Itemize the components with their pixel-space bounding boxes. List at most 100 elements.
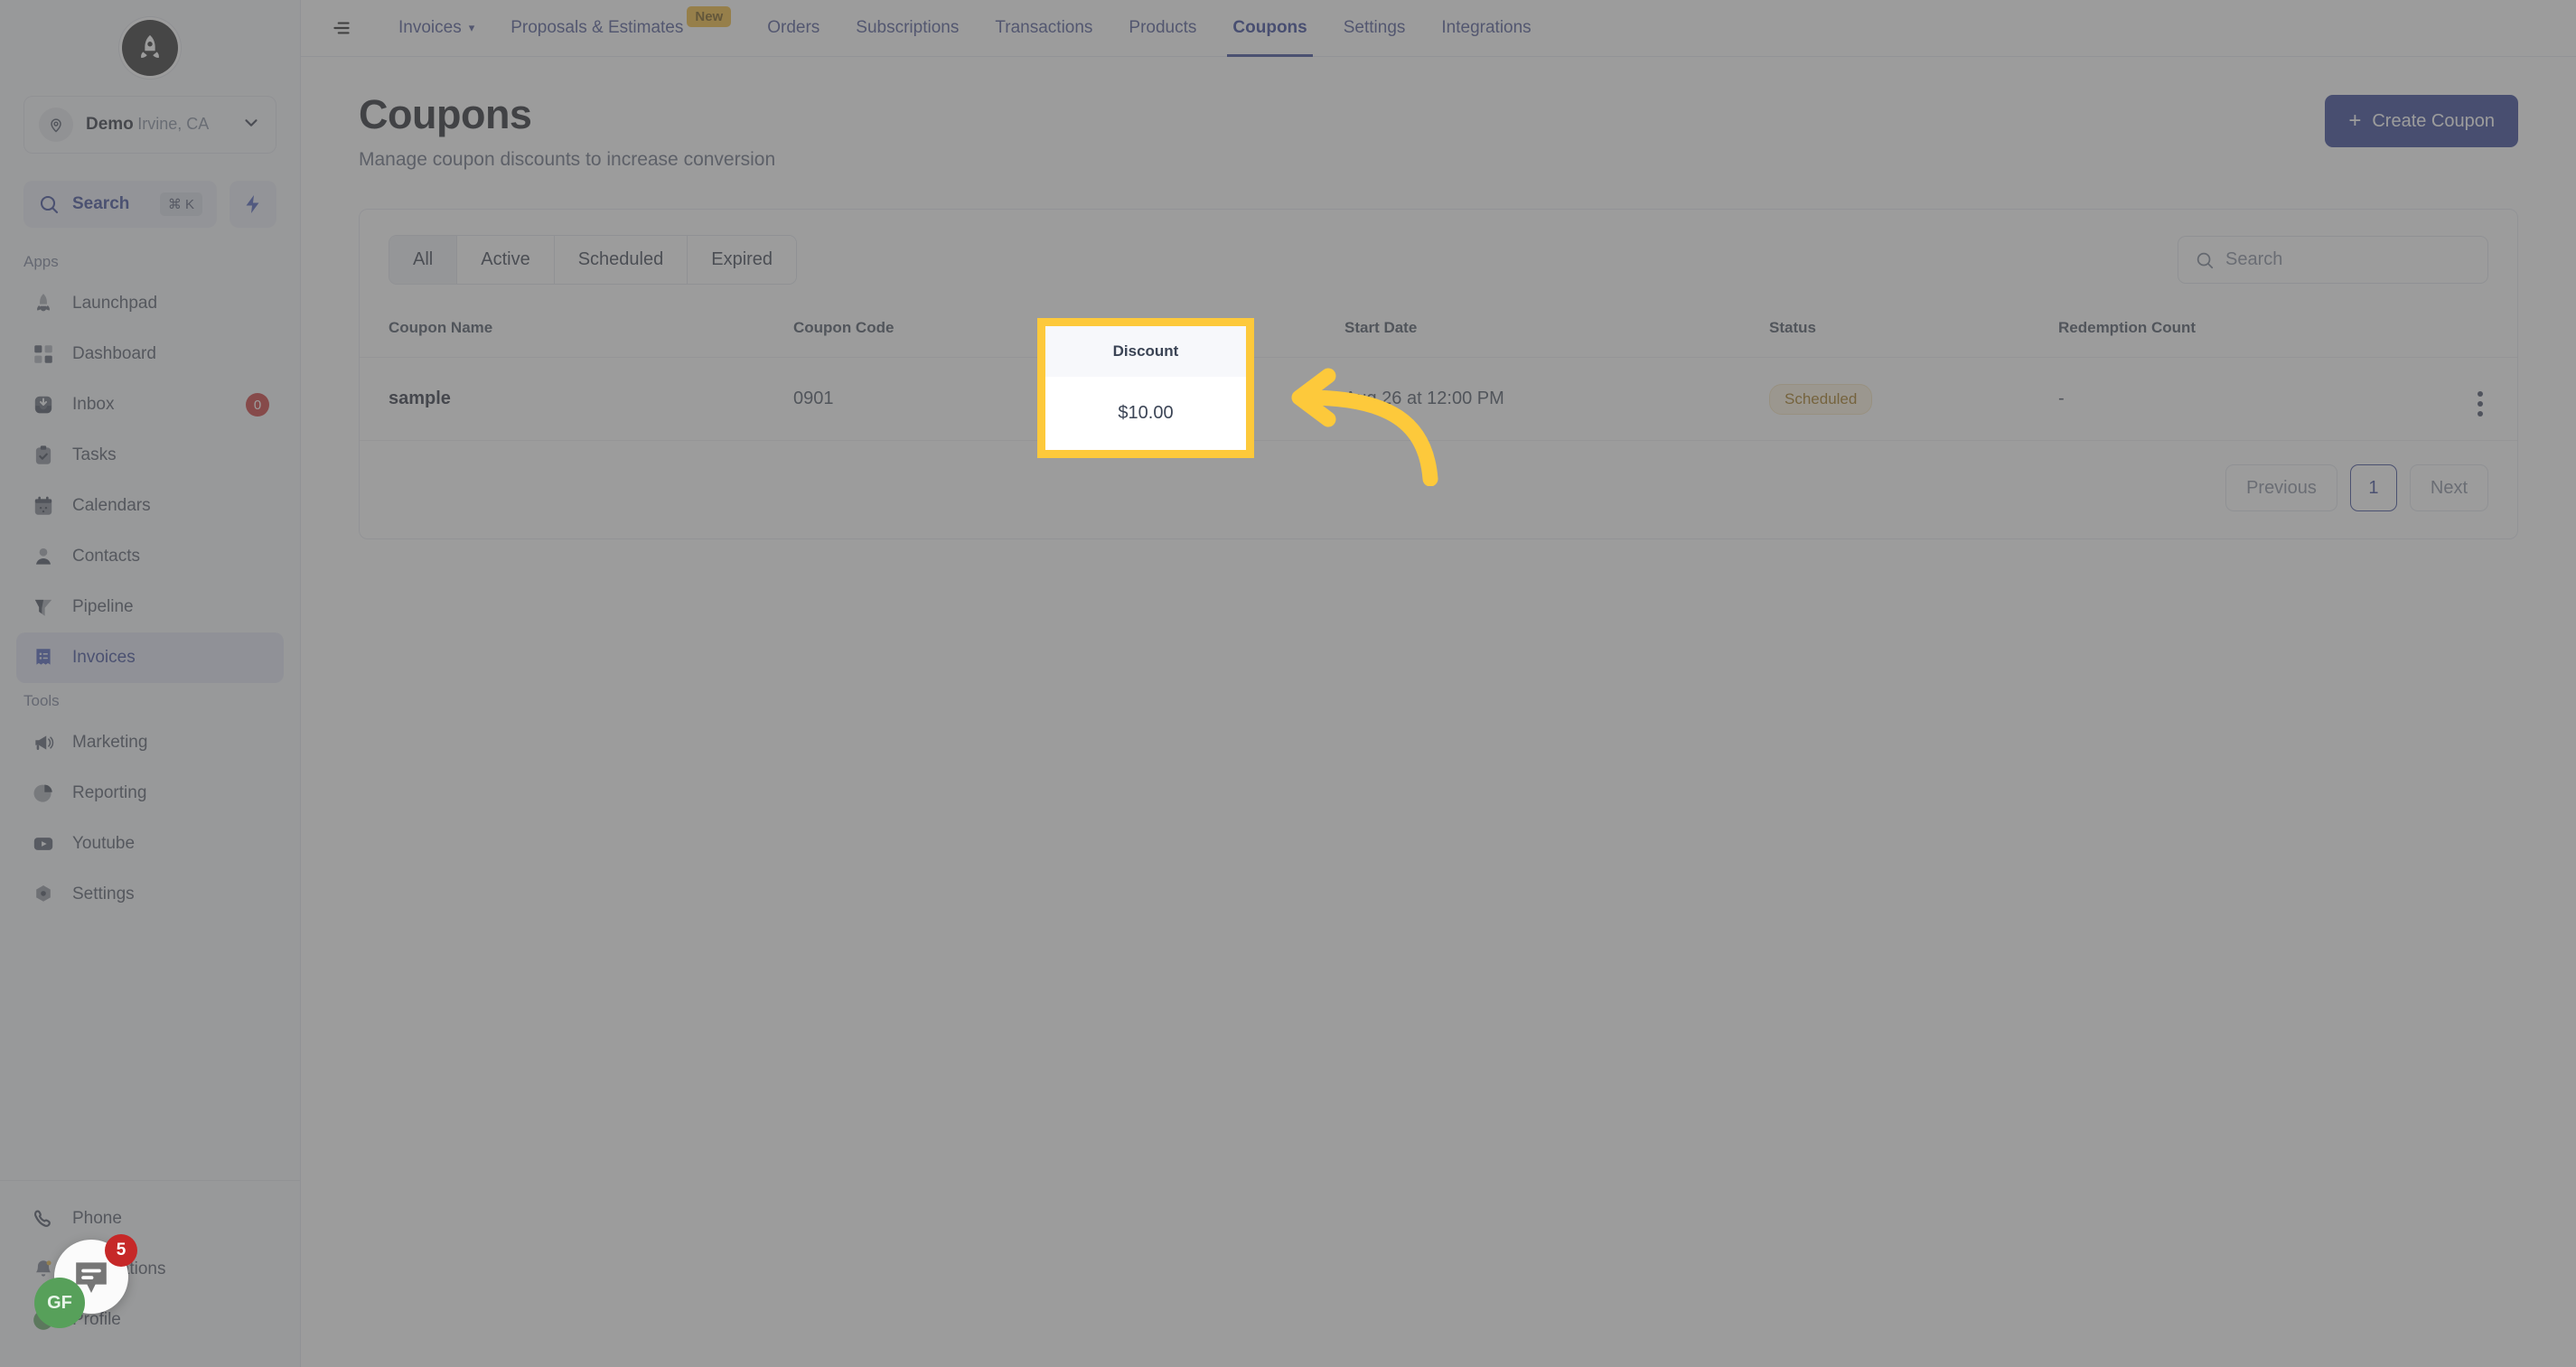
- chat-unread-badge: 5: [105, 1234, 137, 1267]
- rocket-logo-icon[interactable]: [122, 20, 178, 76]
- clipboard-check-icon: [31, 443, 56, 468]
- new-badge: New: [687, 5, 732, 27]
- page-title: Coupons: [359, 91, 532, 137]
- sidebar-item-label: Dashboard: [72, 344, 156, 363]
- table-head: Coupon Name Coupon Code Discount Start D…: [360, 308, 2517, 358]
- sidebar-item-tasks[interactable]: Tasks: [16, 430, 284, 481]
- hamburger-menu-icon[interactable]: [323, 9, 361, 47]
- status-filter-tabs: All Active Scheduled Expired: [389, 235, 798, 285]
- calendar-icon: [31, 493, 56, 519]
- sidebar-item-label: Invoices: [72, 648, 136, 667]
- tab-transactions[interactable]: Transactions: [977, 0, 1110, 57]
- sidebar-item-calendars[interactable]: Calendars: [16, 481, 284, 531]
- sidebar-item-marketing[interactable]: Marketing: [16, 717, 284, 768]
- coupon-search-box[interactable]: Search: [2178, 236, 2488, 284]
- megaphone-icon: [31, 730, 56, 755]
- sidebar-item-inbox[interactable]: Inbox 0: [16, 379, 284, 430]
- sidebar-item-label: Inbox: [72, 395, 115, 414]
- grid-icon: [31, 342, 56, 367]
- sidebar-nav: Apps Launchpad Dashboard Inbox 0 Tasks C…: [0, 228, 300, 1180]
- sidebar-item-reporting[interactable]: Reporting: [16, 768, 284, 819]
- sidebar-item-label: Tasks: [72, 445, 117, 464]
- sidebar-item-label: Pipeline: [72, 597, 134, 616]
- map-pin-icon: [39, 108, 73, 142]
- gear-icon: [31, 882, 56, 907]
- sidebar-item-youtube[interactable]: Youtube: [16, 819, 284, 869]
- sidebar-item-label: Marketing: [72, 733, 148, 752]
- sidebar-item-label: Settings: [72, 885, 135, 904]
- tab-integrations[interactable]: Integrations: [1423, 0, 1549, 57]
- sidebar-item-settings[interactable]: Settings: [16, 869, 284, 920]
- cell-actions: [2438, 357, 2517, 441]
- discount-column-highlight: Discount $10.00: [1037, 318, 1254, 458]
- search-button-label: Search: [72, 194, 130, 213]
- search-button[interactable]: Search ⌘ K: [23, 181, 217, 228]
- sidebar-item-dashboard[interactable]: Dashboard: [16, 329, 284, 379]
- tab-label: Subscriptions: [856, 18, 960, 37]
- sidebar: Demo Irvine, CA Search ⌘ K Apps Launchpa…: [0, 0, 301, 1367]
- rocket-icon: [31, 291, 56, 316]
- sidebar-item-label: Launchpad: [72, 294, 158, 313]
- create-coupon-label: Create Coupon: [2372, 110, 2495, 131]
- sidebar-item-invoices[interactable]: Invoices: [16, 632, 284, 683]
- tab-invoices[interactable]: Invoices ▾: [380, 0, 492, 57]
- callout-header-label: Discount: [1045, 326, 1246, 377]
- tab-label: Invoices: [398, 18, 462, 37]
- table-header-row: Coupon Name Coupon Code Discount Start D…: [360, 308, 2517, 358]
- youtube-icon: [31, 831, 56, 857]
- sidebar-item-contacts[interactable]: Contacts: [16, 531, 284, 582]
- lightning-bolt-icon: [242, 193, 264, 215]
- sidebar-item-label: Contacts: [72, 547, 140, 566]
- tab-orders[interactable]: Orders: [749, 0, 838, 57]
- pagination-previous-button[interactable]: Previous: [2225, 464, 2337, 511]
- filter-tab-scheduled[interactable]: Scheduled: [554, 236, 688, 284]
- sidebar-item-phone[interactable]: Phone: [16, 1194, 284, 1244]
- sidebar-group-label-tools: Tools: [23, 692, 60, 709]
- pagination-next-button[interactable]: Next: [2409, 464, 2488, 511]
- sidebar-item-label: Phone: [72, 1209, 122, 1228]
- tab-subscriptions[interactable]: Subscriptions: [838, 0, 977, 57]
- chat-bubble-icon[interactable]: 5 GF: [34, 1234, 137, 1328]
- app-root: Demo Irvine, CA Search ⌘ K Apps Launchpa…: [0, 0, 2576, 1367]
- location-switcher[interactable]: Demo Irvine, CA: [23, 96, 276, 154]
- chat-widget[interactable]: 5 GF: [34, 1234, 137, 1328]
- sidebar-bottom: Phone Notifications Profile: [0, 1180, 300, 1367]
- sidebar-item-pipeline[interactable]: Pipeline: [16, 582, 284, 632]
- tab-settings[interactable]: Settings: [1325, 0, 1424, 57]
- kebab-menu-icon[interactable]: [2478, 391, 2483, 417]
- cell-coupon-name: sample: [360, 357, 793, 441]
- cell-redemption-count: -: [2058, 357, 2438, 441]
- cell-status: Scheduled: [1769, 357, 2058, 441]
- curved-arrow-left-icon: [1291, 368, 1438, 486]
- tab-products[interactable]: Products: [1110, 0, 1214, 57]
- column-header-coupon-name: Coupon Name: [360, 308, 793, 358]
- tab-label: Transactions: [995, 18, 1093, 37]
- search-shortcut-badge: ⌘ K: [159, 192, 202, 216]
- topbar: Invoices ▾ Proposals & Estimates New Ord…: [301, 0, 2576, 57]
- invoice-icon: [31, 645, 56, 670]
- filter-tab-active[interactable]: Active: [457, 236, 555, 284]
- column-header-actions: [2438, 308, 2517, 358]
- sidebar-item-label: Calendars: [72, 496, 151, 515]
- tab-label: Products: [1129, 18, 1197, 37]
- sidebar-item-launchpad[interactable]: Launchpad: [16, 278, 284, 329]
- tab-coupons[interactable]: Coupons: [1214, 0, 1325, 57]
- quick-action-button[interactable]: [229, 181, 276, 228]
- tab-proposals-estimates[interactable]: Proposals & Estimates New: [492, 0, 749, 57]
- filter-tab-expired[interactable]: Expired: [688, 236, 797, 284]
- tab-label: Proposals & Estimates: [511, 18, 684, 37]
- main-content: Coupons Manage coupon discounts to incre…: [301, 57, 2576, 1367]
- app-logo-wrap[interactable]: [0, 0, 300, 96]
- create-coupon-button[interactable]: + Create Coupon: [2325, 95, 2518, 147]
- status-badge: Scheduled: [1769, 383, 1873, 415]
- search-icon: [38, 193, 60, 215]
- pagination-page-1-button[interactable]: 1: [2349, 464, 2397, 511]
- location-subtitle: Irvine, CA: [137, 114, 210, 133]
- page-header: Coupons Manage coupon discounts to incre…: [359, 57, 2518, 171]
- inbox-badge: 0: [246, 393, 269, 417]
- chevron-down-icon[interactable]: [241, 113, 261, 137]
- tab-label: Settings: [1343, 18, 1406, 37]
- filter-tab-all[interactable]: All: [389, 236, 458, 284]
- column-header-status: Status: [1769, 308, 2058, 358]
- sidebar-item-label: Youtube: [72, 834, 136, 853]
